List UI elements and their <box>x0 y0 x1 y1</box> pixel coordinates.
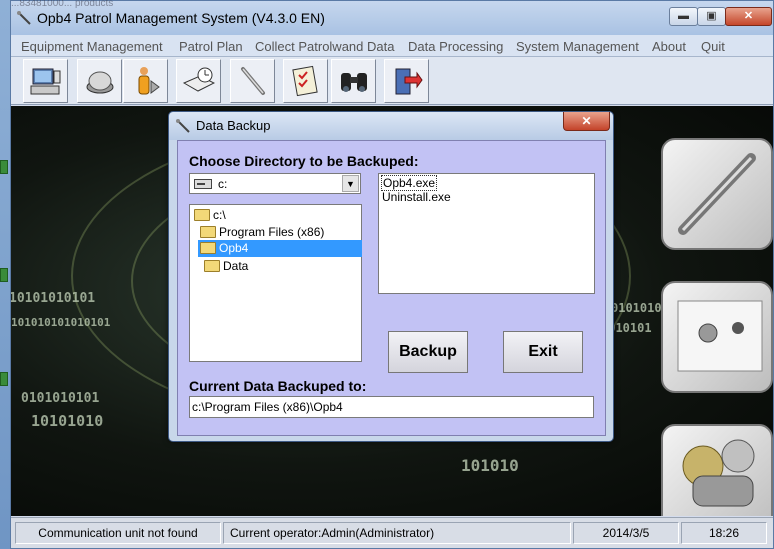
minimize-button[interactable]: ▬ <box>669 7 698 26</box>
tree-item-opb4[interactable]: Opb4 <box>198 240 362 257</box>
dialog-title: Data Backup <box>196 118 271 133</box>
binary-decoration: 10101010 <box>31 412 104 430</box>
operator-status: Current operator:Admin(Administrator) <box>223 522 571 544</box>
binary-decoration: 10101010101 <box>11 291 96 306</box>
choose-directory-label: Choose Directory to be Backuped: <box>189 153 419 169</box>
directory-tree[interactable]: c:\ Program Files (x86) Opb4 Data <box>189 204 362 362</box>
patrol-wand-app-icon <box>17 11 31 25</box>
folder-icon <box>204 260 220 272</box>
tree-item-label: Program Files (x86) <box>219 225 325 239</box>
date-status: 2014/3/5 <box>573 522 679 544</box>
menu-bar: Equipment Management Patrol Plan Collect… <box>11 35 773 57</box>
comm-status: Communication unit not found <box>15 522 221 544</box>
file-item-opb4-exe[interactable]: Opb4.exe <box>381 175 438 191</box>
quit-tool-button[interactable] <box>384 59 429 103</box>
menu-system-management[interactable]: System Management <box>516 39 639 54</box>
tree-item-c-drive[interactable]: c:\ <box>192 207 228 224</box>
dialog-title-bar[interactable]: Data Backup ✕ <box>169 112 613 140</box>
reader-button-icon <box>86 71 114 94</box>
computer-icon <box>30 68 61 95</box>
current-backup-label: Current Data Backuped to: <box>189 378 367 394</box>
status-bar: Communication unit not found Current ope… <box>11 517 773 548</box>
data-processing-tool-button[interactable] <box>283 59 328 103</box>
tree-item-label: c:\ <box>213 208 226 222</box>
patrol-wand-image <box>678 153 756 235</box>
menu-collect-patrolwand-data[interactable]: Collect Patrolwand Data <box>255 39 394 54</box>
binary-decoration: 101010 <box>461 456 519 475</box>
hard-drive-icon <box>194 179 212 189</box>
reader-device-photo <box>661 281 773 393</box>
exit-door-icon <box>395 68 423 95</box>
patrol-plan-tool-button[interactable] <box>176 59 221 103</box>
desktop-icon-fragment <box>0 160 8 174</box>
person-icon <box>138 67 160 95</box>
folder-open-icon <box>194 209 210 221</box>
reader-tool-button[interactable] <box>77 59 122 103</box>
backup-button[interactable]: Backup <box>388 331 468 373</box>
patrol-wand-tool-button[interactable] <box>230 59 275 103</box>
binoculars-icon <box>341 73 367 92</box>
data-backup-dialog: Data Backup ✕ Choose Directory to be Bac… <box>168 111 614 442</box>
backup-path-field[interactable]: c:\Program Files (x86)\Opb4 <box>189 396 594 418</box>
desktop-icon-fragment <box>0 268 8 282</box>
file-item-uninstall-exe[interactable]: Uninstall.exe <box>381 190 452 204</box>
tree-item-program-files[interactable]: Program Files (x86) <box>198 224 326 241</box>
exit-button[interactable]: Exit <box>503 331 583 373</box>
drive-value: c: <box>218 177 228 191</box>
tree-item-data[interactable]: Data <box>202 258 250 275</box>
patrol-wand-photo <box>661 138 773 250</box>
window-title: Opb4 Patrol Management System (V4.3.0 EN… <box>37 10 325 26</box>
menu-equipment-management[interactable]: Equipment Management <box>21 39 163 54</box>
reader-device-image <box>677 300 763 372</box>
tree-item-label: Data <box>223 259 249 273</box>
maximize-button[interactable]: ▣ <box>697 7 726 26</box>
folder-open-icon <box>200 226 216 238</box>
search-tool-button[interactable] <box>331 59 376 103</box>
equipment-tool-button[interactable] <box>23 59 68 103</box>
binary-decoration: 0101010101 <box>21 391 100 406</box>
ibutton-key-photo <box>661 424 773 516</box>
personnel-tool-button[interactable] <box>123 59 168 103</box>
chevron-down-icon[interactable]: ▼ <box>342 175 359 192</box>
binary-decoration: 101010101010101 <box>11 316 111 329</box>
drive-select[interactable]: c: ▼ <box>189 173 361 194</box>
ibutton-key-image <box>682 439 755 507</box>
binary-decoration: 0101010 <box>611 301 662 315</box>
dialog-body: Choose Directory to be Backuped: c: ▼ c:… <box>177 140 606 436</box>
menu-quit[interactable]: Quit <box>701 39 725 54</box>
main-window: ...83481000... products Opb4 Patrol Mana… <box>10 0 774 549</box>
toolbar <box>11 57 773 105</box>
time-status: 18:26 <box>681 522 767 544</box>
dialog-close-button[interactable]: ✕ <box>563 112 610 131</box>
book-clock-icon <box>183 67 215 92</box>
desktop-icon-fragment <box>0 372 8 386</box>
file-list[interactable]: Opb4.exe Uninstall.exe <box>378 173 595 294</box>
folder-open-icon <box>200 242 216 254</box>
close-button[interactable]: ✕ <box>725 7 772 26</box>
menu-patrol-plan[interactable]: Patrol Plan <box>179 39 243 54</box>
checklist-icon <box>292 65 318 97</box>
background-window-text: ...83481000... products <box>11 0 114 9</box>
patrol-wand-icon <box>241 67 265 95</box>
tree-item-label: Opb4 <box>219 241 249 255</box>
menu-data-processing[interactable]: Data Processing <box>408 39 503 54</box>
title-bar[interactable]: ...83481000... products Opb4 Patrol Mana… <box>11 0 773 35</box>
patrol-wand-icon <box>176 119 190 133</box>
menu-about[interactable]: About <box>652 39 686 54</box>
